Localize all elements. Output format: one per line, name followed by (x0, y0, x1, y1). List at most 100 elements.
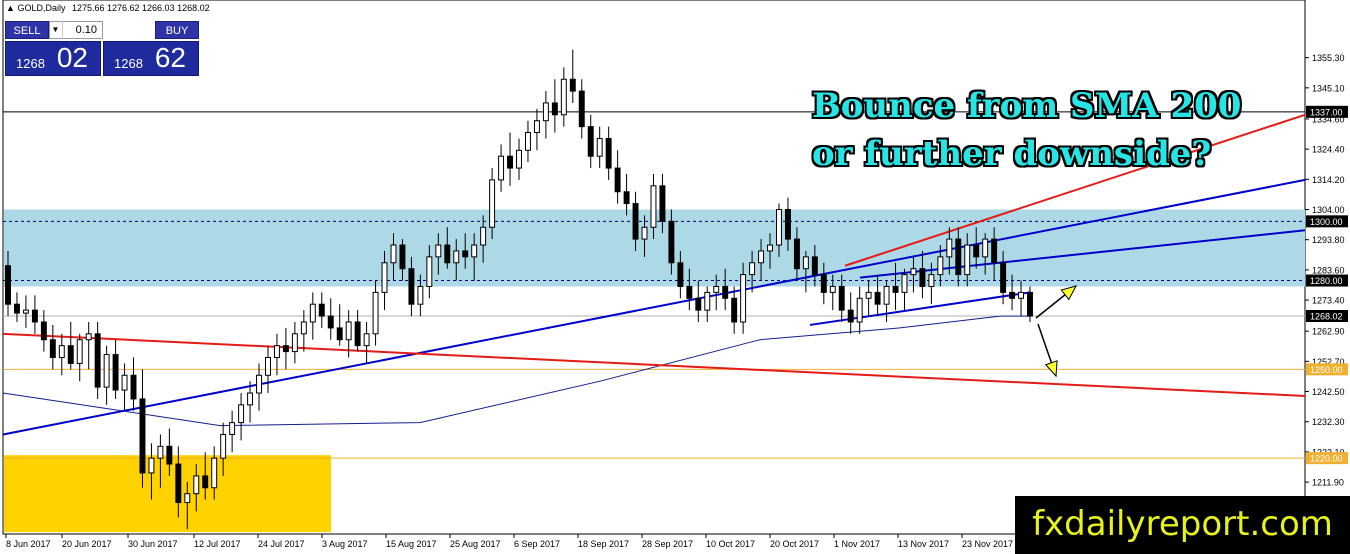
buy-price-pips: 62 (154, 42, 186, 73)
candle-body (49, 339, 56, 358)
candle-body (148, 457, 155, 474)
buy-price-box[interactable]: 1268 62 (103, 41, 199, 76)
candle-body (1027, 291, 1033, 317)
candle-body (5, 265, 11, 305)
candle-body (668, 220, 675, 264)
candle-body (327, 315, 334, 329)
candle-body (551, 102, 558, 116)
level-label: 1268.02 (1310, 312, 1343, 322)
candle-body (686, 285, 693, 299)
candle-body (793, 238, 800, 270)
candle-body (157, 445, 164, 459)
candle-body (67, 345, 74, 364)
time-tick-label: 13 Nov 2017 (898, 539, 949, 549)
candle-body (614, 167, 621, 193)
price-chart: 1355.301345.101334.601324.401314.201304.… (2, 0, 1348, 549)
chart-header: ▲ GOLD,Daily 1275.66 1276.62 1266.03 126… (6, 3, 210, 13)
price-tick-label: 1304.00 (1312, 205, 1345, 215)
price-tick-label: 1242.50 (1312, 387, 1345, 397)
candle-body (677, 262, 684, 287)
candle-body (112, 354, 119, 391)
candle-body (435, 244, 442, 258)
lot-dropdown-icon[interactable]: ▼ (49, 21, 63, 39)
candle-body (991, 238, 998, 264)
time-tick-label: 3 Aug 2017 (322, 539, 368, 549)
candle-body (363, 333, 370, 347)
price-tick-label: 1324.40 (1312, 145, 1345, 155)
time-tick-label: 10 Oct 2017 (706, 539, 755, 549)
price-tick-label: 1273.40 (1312, 296, 1345, 306)
buy-button[interactable]: BUY (155, 21, 199, 39)
sell-button[interactable]: SELL (5, 21, 49, 39)
sell-price-box[interactable]: 1268 02 (5, 41, 101, 76)
candle-body (659, 185, 666, 222)
candle-body (524, 132, 531, 151)
candle-body (121, 374, 128, 391)
time-tick-label: 8 Jun 2017 (6, 539, 51, 549)
candle-body (623, 191, 630, 205)
price-tick-label: 1262.90 (1312, 327, 1345, 337)
candle-body (847, 309, 854, 323)
candle-body (202, 475, 209, 489)
price-tick-label: 1314.20 (1312, 175, 1345, 185)
candle-body (399, 244, 406, 270)
buy-price-prefix: 1268 (114, 56, 143, 71)
candle-body (973, 244, 980, 258)
one-click-trading-panel: SELL 0.10 ▼ BUY 1268 02 1268 62 (5, 21, 199, 76)
candle-body (444, 244, 451, 264)
candle-body (955, 238, 962, 276)
candle-body (946, 238, 953, 258)
price-tick-label: 1283.60 (1312, 265, 1345, 275)
candle-body (569, 78, 576, 92)
candle-body (390, 244, 397, 264)
candle-body (937, 256, 944, 276)
price-tick-label: 1232.30 (1312, 417, 1345, 427)
zone-1 (4, 455, 331, 533)
time-tick-label: 1 Nov 2017 (834, 539, 880, 549)
brand-watermark: fxdailyreport.com (1015, 496, 1350, 554)
candle-body (713, 285, 720, 293)
sell-price-pips: 02 (56, 42, 88, 73)
candle-body (641, 226, 648, 240)
ohlc-values: 1275.66 1276.62 1266.03 1268.02 (71, 3, 210, 13)
time-tick-label: 25 Aug 2017 (450, 539, 501, 549)
candle-body (256, 374, 262, 394)
candle-body (516, 149, 522, 169)
candle-body (175, 463, 182, 504)
candle-body (211, 457, 218, 489)
price-tick-label: 1211.90 (1312, 478, 1344, 488)
candle-body (309, 303, 316, 323)
candle-body (838, 285, 845, 311)
candle-body (471, 244, 478, 258)
candle-body (767, 244, 773, 252)
candle-body (874, 291, 881, 305)
candle-body (94, 333, 101, 388)
candle-body (901, 274, 908, 293)
candle-body (650, 185, 657, 228)
candle-body (13, 303, 20, 314)
candle-body (193, 475, 200, 495)
zones-layer (2, 0, 1306, 535)
candle-body (103, 354, 110, 388)
candle-body (166, 445, 173, 465)
level-label: 1250.00 (1310, 365, 1343, 375)
candle (94, 321, 101, 399)
price-tick-label: 1293.80 (1312, 235, 1345, 245)
candle-body (417, 285, 424, 305)
candle-body (829, 285, 836, 293)
candle-body (1009, 291, 1016, 299)
candle-body (542, 102, 549, 122)
candle-body (480, 226, 487, 246)
candle-body (184, 493, 191, 504)
candle-body (749, 262, 756, 276)
candle-body (247, 392, 254, 406)
level-label: 1337.00 (1310, 107, 1343, 117)
candle-body (722, 285, 729, 299)
candle-body (265, 356, 271, 376)
candle-body (238, 404, 245, 424)
candle-body (1000, 262, 1007, 293)
collapse-icon[interactable]: ▲ (6, 3, 15, 13)
candle-body (1018, 291, 1025, 299)
candle-body (928, 274, 935, 287)
candle-body (605, 137, 612, 169)
